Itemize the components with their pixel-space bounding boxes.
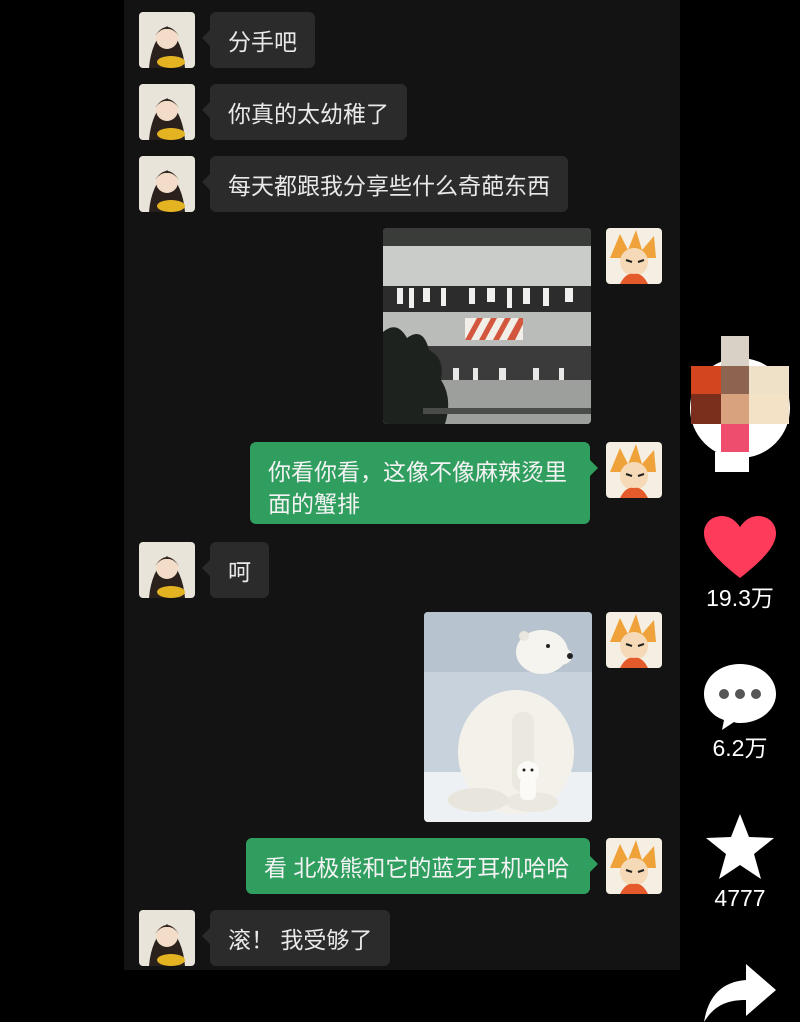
heart-shape [704,516,776,578]
polar-bear-photo[interactable] [424,612,592,822]
sender-avatar[interactable] [606,442,662,498]
favorite-button[interactable]: 4777 [680,814,800,912]
comment-count: 6.2万 [712,735,768,761]
girlfriend-avatar[interactable] [139,12,195,68]
message-bubble[interactable]: 看 北极熊和它的蓝牙耳机哈哈 [246,838,598,894]
share-button[interactable] [680,964,800,1022]
like-count: 19.3万 [706,585,774,611]
comment-icon [704,664,776,730]
sender-avatar[interactable] [606,612,662,668]
message-bubble[interactable]: 滚！ 我受够了 [201,910,391,966]
building-balcony-photo[interactable] [383,228,591,424]
message-bubble[interactable]: 你看你看，这像不像麻辣烫里面的蟹排 [250,442,598,524]
favorite-count: 4777 [714,885,766,911]
share-icon [704,964,776,1022]
girlfriend-avatar[interactable] [139,542,195,598]
message-bubble[interactable]: 呵 [202,542,269,598]
message-bubble[interactable]: 每天都跟我分享些什么奇葩东西 [202,156,568,212]
message-bubble[interactable]: 你真的太幼稚了 [202,84,407,140]
girlfriend-avatar[interactable] [139,910,195,966]
creator-avatar[interactable] [680,336,800,476]
comment-button[interactable]: 6.2万 [680,664,800,762]
message-bubble[interactable]: 分手吧 [202,12,315,68]
chat-screenshot: 分手吧 你真的太幼稚了 每天都跟我分享些什么奇葩东西 你看你看，这像不像麻辣烫里… [124,0,680,970]
star-icon [706,814,774,879]
girlfriend-avatar[interactable] [139,84,195,140]
girlfriend-avatar[interactable] [139,156,195,212]
heart-icon [704,516,776,578]
sender-avatar[interactable] [606,838,662,894]
sender-avatar[interactable] [606,228,662,284]
creator-avatar-icon [690,336,790,472]
like-button[interactable]: 19.3万 [680,516,800,612]
